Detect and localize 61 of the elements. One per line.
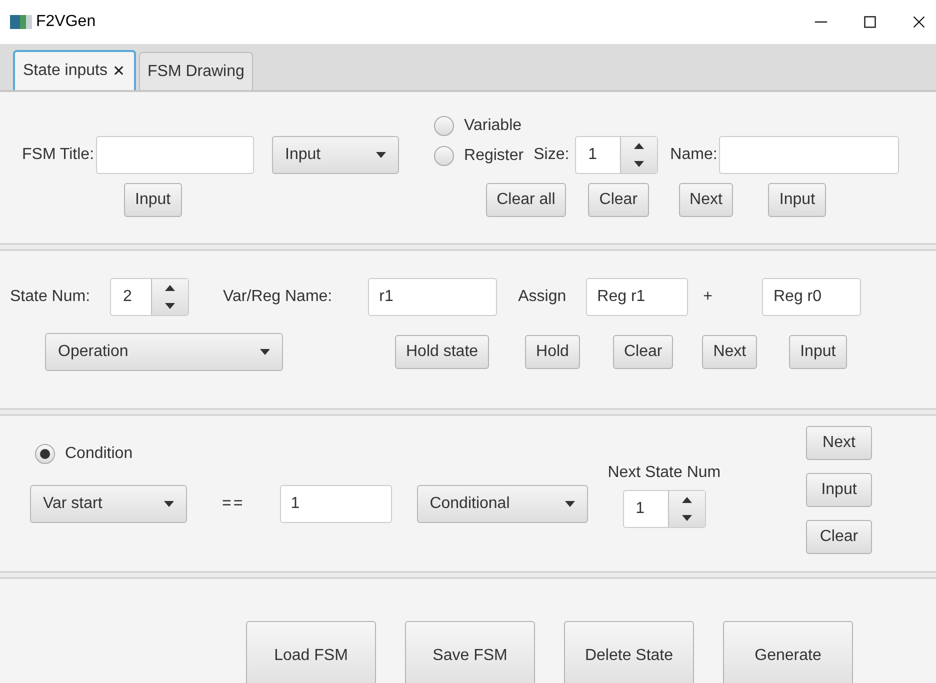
maximize-icon[interactable] xyxy=(863,15,877,29)
dropdown[interactable]: Input xyxy=(272,136,400,174)
action-button[interactable]: Input xyxy=(789,335,847,369)
input-button[interactable]: Input xyxy=(124,183,182,217)
caret-icon xyxy=(376,152,386,158)
up-arrow-icon[interactable] xyxy=(165,285,176,291)
action-button[interactable]: Clear xyxy=(588,183,649,217)
action-button[interactable]: Hold state xyxy=(395,335,490,369)
action-button[interactable]: Save FSM xyxy=(405,621,535,683)
action-button[interactable]: Clear all xyxy=(486,183,566,217)
input-field[interactable]: Reg r1 xyxy=(586,278,688,316)
field-label: Var/Reg Name: xyxy=(223,288,332,306)
spinner-field[interactable]: 2 xyxy=(110,278,190,316)
operator-label: == xyxy=(222,495,245,513)
action-button[interactable]: Input xyxy=(806,473,872,507)
field-label: Name: xyxy=(670,146,718,164)
action-button[interactable]: Next xyxy=(806,426,872,460)
input-field[interactable] xyxy=(96,136,254,174)
up-arrow-icon[interactable] xyxy=(634,143,644,149)
radio-button[interactable] xyxy=(35,444,55,464)
input-field[interactable] xyxy=(719,136,900,174)
operator-label: + xyxy=(703,288,712,306)
app-icon xyxy=(10,14,32,30)
field-label: FSM Title: xyxy=(22,146,94,164)
action-button[interactable]: Generate xyxy=(723,621,853,683)
radio-label: Register xyxy=(464,147,524,165)
down-arrow-icon[interactable] xyxy=(165,303,176,309)
tab[interactable]: FSM Drawing xyxy=(138,52,254,90)
action-button[interactable]: Next xyxy=(702,335,758,369)
radio-button[interactable] xyxy=(434,116,454,136)
dropdown[interactable]: Conditional xyxy=(416,485,588,523)
field-label: Assign xyxy=(518,288,566,306)
caret-icon xyxy=(260,349,270,355)
input-field[interactable]: r1 xyxy=(368,278,498,316)
input-field[interactable]: Reg r0 xyxy=(762,278,862,316)
action-button[interactable]: Input xyxy=(768,183,826,217)
field-label: State Num: xyxy=(10,288,90,306)
down-arrow-icon[interactable] xyxy=(682,515,692,521)
action-button[interactable]: Hold xyxy=(525,335,580,369)
field-label: Size: xyxy=(534,146,570,164)
radio-label: Variable xyxy=(464,117,522,135)
action-button[interactable]: Clear xyxy=(806,520,872,554)
input-field[interactable]: 1 xyxy=(280,485,392,523)
action-button[interactable]: Next xyxy=(678,183,734,217)
action-button[interactable]: Load FSM xyxy=(246,621,376,683)
dropdown[interactable]: Operation xyxy=(45,333,283,371)
window-title: F2VGen xyxy=(36,13,96,31)
tab[interactable]: State inputs ✕ xyxy=(13,50,136,90)
dropdown[interactable]: Var start xyxy=(30,485,187,523)
up-arrow-icon[interactable] xyxy=(682,497,692,503)
down-arrow-icon[interactable] xyxy=(634,161,644,167)
action-button[interactable]: Clear xyxy=(612,335,674,369)
radio-button[interactable] xyxy=(434,146,454,166)
caret-icon xyxy=(164,501,174,507)
close-icon[interactable] xyxy=(912,15,926,29)
radio-label: Condition xyxy=(65,445,133,463)
spinner-field[interactable]: 1 xyxy=(622,490,706,528)
caret-icon xyxy=(564,501,575,507)
action-button[interactable]: Delete State xyxy=(564,621,694,683)
field-label: Next State Num xyxy=(608,464,721,482)
spinner-field[interactable]: 1 xyxy=(575,136,658,174)
